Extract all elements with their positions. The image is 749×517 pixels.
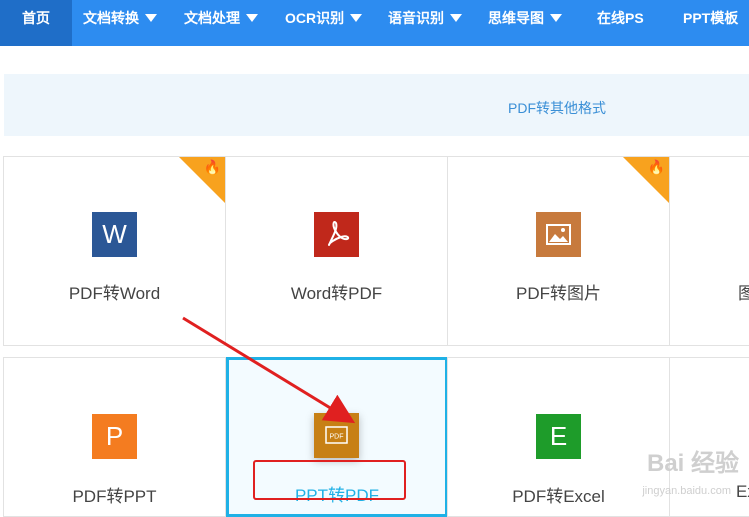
powerpoint-icon: P	[92, 414, 137, 459]
nav-online-ps-label: 在线PS	[597, 10, 644, 26]
nav-mindmap-label: 思维导图	[488, 10, 544, 26]
tool-label: Word转PDF	[290, 284, 383, 303]
chevron-down-icon	[246, 14, 258, 22]
ppt-to-pdf-icon: PDF	[314, 413, 359, 458]
pdf-icon	[314, 212, 359, 257]
tool-label: PDF转Word	[68, 284, 161, 303]
tool-label: PDF转PPT	[72, 487, 157, 506]
nav-speech-label: 语音识别	[388, 10, 444, 26]
excel-icon: E	[536, 414, 581, 459]
nav-speech[interactable]: 语音识别	[388, 0, 462, 46]
nav-mindmap[interactable]: 思维导图	[488, 0, 562, 46]
nav-ocr-label: OCR识别	[285, 10, 345, 26]
nav-doc-process-label: 文档处理	[184, 10, 240, 26]
category-strip	[4, 74, 749, 136]
image-icon	[536, 212, 581, 257]
nav-ocr[interactable]: OCR识别	[285, 0, 363, 46]
watermark-url: jingyan.baidu.com	[642, 485, 731, 497]
nav-home-label: 首页	[22, 10, 50, 26]
tool-card-pdf-to-image[interactable]: 🔥 PDF转图片	[447, 156, 670, 346]
tool-card-word-to-pdf[interactable]: Word转PDF	[225, 156, 448, 346]
chevron-down-icon	[350, 14, 363, 22]
nav-doc-convert-label: 文档转换	[83, 10, 139, 26]
tool-card-pdf-to-excel[interactable]: E PDF转Excel	[447, 357, 670, 517]
flame-icon: 🔥	[647, 159, 665, 175]
flame-icon: 🔥	[203, 159, 221, 175]
category-title: PDF转其他格式	[508, 100, 606, 116]
nav-doc-process[interactable]: 文档处理	[184, 0, 258, 46]
nav-online-ps[interactable]: 在线PS	[597, 0, 644, 46]
nav-ppt-template-label: PPT模板	[683, 10, 739, 26]
watermark: Bai 经验	[646, 450, 739, 477]
tool-card-pdf-to-word[interactable]: 🔥 W PDF转Word	[3, 156, 226, 346]
tool-card-partial[interactable]: 图	[669, 156, 749, 346]
nav-ppt-template[interactable]: PPT模板	[683, 0, 738, 46]
ppt-to-pdf-icon-text: PDF	[330, 434, 344, 441]
top-nav: 首页 文档转换 文档处理 OCR识别 语音识别 思维导图 在线PS PPT模板	[0, 0, 749, 46]
nav-doc-convert[interactable]: 文档转换	[83, 0, 157, 46]
chevron-down-icon	[450, 14, 462, 22]
chevron-down-icon	[145, 14, 157, 22]
tool-label: 图	[738, 279, 749, 304]
tool-card-pdf-to-ppt[interactable]: P PDF转PPT	[3, 357, 226, 517]
tool-label: PDF转Excel	[512, 487, 605, 506]
nav-home[interactable]: 首页	[0, 0, 72, 46]
word-icon: W	[92, 212, 137, 257]
chevron-down-icon	[550, 14, 562, 22]
tool-label: Ex	[736, 482, 749, 501]
annotation-highlight-box	[253, 460, 406, 500]
tool-label: PDF转图片	[516, 284, 601, 303]
